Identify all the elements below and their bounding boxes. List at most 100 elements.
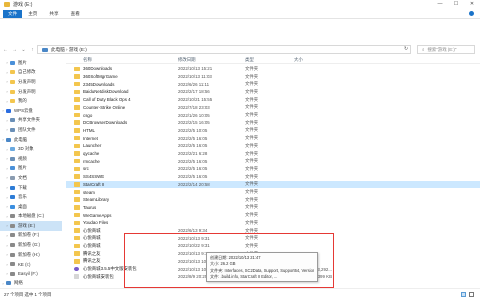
file-name: Launcher (83, 143, 102, 149)
tab-view[interactable]: 查看 (65, 11, 86, 17)
window-title: 游戏 (E:) (13, 2, 33, 8)
sidebar-item[interactable]: › 音乐 (0, 192, 62, 202)
table-row[interactable]: DCBrowserDownloads 2022/2/15 16:05 文件夹 (66, 119, 480, 127)
details-view-button[interactable] (461, 292, 466, 297)
minimize-button[interactable]: — (436, 1, 444, 7)
sidebar-item-label: 团队文件 (18, 126, 36, 132)
close-button[interactable]: ✕ (468, 1, 476, 7)
table-row[interactable]: Youdao Files 文件夹 (66, 219, 480, 227)
sidebar-item[interactable]: › 视频 (0, 154, 62, 164)
sidebar-item[interactable]: › 3D 对象 (0, 144, 62, 154)
table-row[interactable]: Launcher 2022/2/5 16:05 文件夹 (66, 142, 480, 150)
table-row[interactable]: SteamLibrary 文件夹 (66, 196, 480, 204)
file-type: 文件夹 (245, 158, 259, 164)
sidebar-item-icon (10, 195, 15, 200)
folder-tooltip: 创建日期: 2022/10/13 21:47 大小: 26.2 GB 文件夹: In… (206, 252, 318, 282)
sidebar-item[interactable]: › 分发声明 (0, 87, 62, 97)
column-date[interactable]: 修改日期 (178, 57, 196, 63)
sidebar-item[interactable]: › 网络 (0, 279, 62, 289)
refresh-icon[interactable]: ↻ (404, 46, 408, 52)
sidebar-item-label: 桌面 (18, 203, 27, 209)
table-row[interactable]: Call of Duty Black Ops 4 2022/10/21 15:55… (66, 96, 480, 104)
table-row[interactable]: StarCraft II 2022/2/14 20:58 文件夹 (66, 180, 480, 189)
up-button[interactable]: ↑ (29, 47, 36, 54)
file-name: 腾讯之友 (83, 250, 101, 256)
search-input[interactable]: ⌕ 搜索"游戏 (E:)" (417, 45, 475, 54)
table-row[interactable]: src 2022/2/5 16:05 文件夹 (66, 165, 480, 173)
table-row[interactable]: qycache 2022/2/21 6:28 文件夹 (66, 150, 480, 158)
table-row[interactable]: rmcache 2022/2/5 16:05 文件夹 (66, 157, 480, 165)
sidebar-item[interactable]: › WPS云盘 (0, 106, 62, 116)
sidebar-item[interactable]: › 此电脑 (0, 135, 62, 145)
sidebar-item[interactable]: › 文档 (0, 173, 62, 183)
sidebar-item-icon (6, 108, 11, 113)
sidebar-item[interactable]: › 新加卷 (H:) (0, 250, 62, 260)
table-row[interactable]: 360SoftMgrGame 2022/10/13 11:03 文件夹 (66, 73, 480, 81)
table-row[interactable]: 360Downloads 2022/10/13 15:21 文件夹 (66, 65, 480, 73)
sidebar-item-label: 分发声明 (18, 78, 36, 84)
table-row[interactable]: 心悦商城 2022/10/22 9:31 文件夹 (66, 242, 480, 250)
sidebar-item[interactable]: › 共享文件夹 (0, 116, 62, 126)
folder-icon (74, 89, 80, 95)
table-row[interactable]: WeGameApps 文件夹 (66, 211, 480, 219)
column-name[interactable]: 名称 (83, 57, 92, 63)
sidebar-item[interactable]: › KE (I:) (0, 259, 62, 269)
large-icons-view-button[interactable] (469, 292, 474, 297)
status-bar: 27 个项目 选中 1 个项目 (0, 288, 480, 300)
sidebar-item[interactable]: › 桌面 (0, 202, 62, 212)
table-row[interactable]: Taurus 文件夹 (66, 204, 480, 212)
sidebar-item[interactable]: › 图片 (0, 58, 62, 68)
file-type: 文件夹 (245, 181, 259, 187)
file-name: src (83, 166, 89, 172)
sidebar-item-icon (10, 214, 15, 219)
forward-button[interactable]: → (11, 47, 18, 54)
file-name: SteamLibrary (83, 197, 110, 203)
sidebar-item[interactable]: › 自己修改 (0, 68, 62, 78)
sidebar-item[interactable]: › 图片 (0, 164, 62, 174)
sidebar-item[interactable]: › 下载 (0, 183, 62, 193)
file-type: 文件夹 (245, 104, 259, 110)
table-row[interactable]: 心悦商城 2022/6/13 9:34 文件夹 (66, 227, 480, 235)
file-name: 360Downloads (83, 66, 113, 72)
sidebar-item[interactable]: › 新加卷 (G:) (0, 240, 62, 250)
status-text: 27 个项目 选中 1 个项目 (4, 291, 52, 297)
sidebar-item[interactable]: › 分发声明 (0, 77, 62, 87)
table-row[interactable]: Internet 2022/2/5 16:05 文件夹 (66, 134, 480, 142)
file-type: 文件夹 (245, 173, 259, 179)
column-size[interactable]: 大小 (294, 57, 303, 63)
table-row[interactable]: BaiduNetdiskDownload 2022/2/17 18:56 文件夹 (66, 88, 480, 96)
tab-file[interactable]: 文件 (3, 9, 23, 18)
sidebar-item[interactable]: › 本地磁盘 (C:) (0, 212, 62, 222)
help-icon[interactable] (469, 11, 474, 16)
column-type[interactable]: 类型 (245, 57, 254, 63)
table-row[interactable]: 2345Downloads 2022/6/26 11:11 文件夹 (66, 80, 480, 88)
tab-share[interactable]: 共享 (43, 11, 64, 17)
table-row[interactable]: SS4SSWE 2022/2/5 16:05 文件夹 (66, 173, 480, 181)
sidebar-item[interactable]: › Easyil (F:) (0, 269, 62, 279)
file-name: StarCraft II (83, 181, 105, 187)
folder-icon (74, 212, 80, 218)
address-bar[interactable]: 此电脑 › 游戏 (E:) (37, 45, 411, 54)
sidebar-item[interactable]: › 团队文件 (0, 125, 62, 135)
file-name: 心悦商城 (83, 235, 101, 241)
sidebar-item-label: 我的 (18, 98, 27, 104)
folder-icon (74, 112, 80, 118)
table-row[interactable]: csgo 2022/1/26 10:05 文件夹 (66, 111, 480, 119)
file-type: 文件夹 (245, 81, 259, 87)
maximize-button[interactable]: ☐ (452, 1, 460, 7)
back-button[interactable]: ← (2, 47, 9, 54)
tab-home[interactable]: 主页 (22, 11, 43, 17)
sidebar-item[interactable]: › 新加卷 (F:) (0, 231, 62, 241)
sidebar-item-label: 音乐 (18, 194, 27, 200)
table-row[interactable]: 心悦商城 2022/10/13 9:31 文件夹 (66, 234, 480, 242)
table-row[interactable]: HTML 2022/2/5 10:05 文件夹 (66, 127, 480, 135)
sidebar-item[interactable]: › 游戏 (E:) (0, 221, 62, 231)
recent-dropdown[interactable]: ⌄ (20, 47, 27, 54)
file-type: 文件夹 (245, 65, 259, 71)
table-row[interactable]: steam 文件夹 (66, 188, 480, 196)
window-controls: — ☐ ✕ (436, 1, 476, 7)
app-icon (74, 266, 79, 272)
table-row[interactable]: Counter-Strike Online 2022/7/18 23:03 文件夹 (66, 104, 480, 112)
file-date: 2022/1/26 10:05 (178, 112, 210, 118)
sidebar-item[interactable]: › 我的 (0, 96, 62, 106)
